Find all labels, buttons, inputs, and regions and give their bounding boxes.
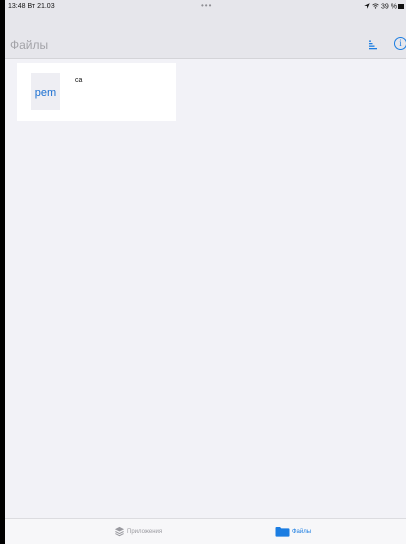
status-clock: 13:48 (8, 3, 26, 10)
file-extension-label: pem (34, 87, 57, 99)
multitasking-dots[interactable]: ••• (201, 1, 212, 10)
status-right-group: 39 % (364, 3, 404, 11)
battery-percentage: 39 % (381, 3, 397, 11)
sort-icon[interactable] (369, 40, 379, 50)
tab-apps-label: Приложения (127, 529, 163, 535)
layers-icon (114, 526, 125, 537)
file-item[interactable]: pem са (17, 63, 176, 121)
navigation-bar: Файлы i (5, 15, 406, 59)
status-date: Вт 21.03 (27, 3, 55, 10)
file-browser: pem са (5, 59, 406, 519)
battery-icon (398, 4, 404, 9)
file-thumbnail: pem (31, 73, 60, 110)
file-name: са (75, 77, 83, 84)
status-time: 13:48 Вт 21.03 (8, 3, 55, 10)
folder-icon (275, 527, 290, 537)
tab-files-label: Файлы (292, 529, 312, 535)
ipad-screen: 13:48 Вт 21.03 ••• 39 % Файлы i pem са П… (5, 0, 406, 544)
wifi-icon (372, 3, 379, 9)
location-arrow-icon (364, 3, 370, 9)
page-title: Файлы (10, 38, 49, 52)
info-icon[interactable]: i (394, 37, 406, 50)
status-bar: 13:48 Вт 21.03 ••• 39 % (5, 0, 406, 15)
tab-bar: Приложения Файлы (5, 518, 406, 544)
